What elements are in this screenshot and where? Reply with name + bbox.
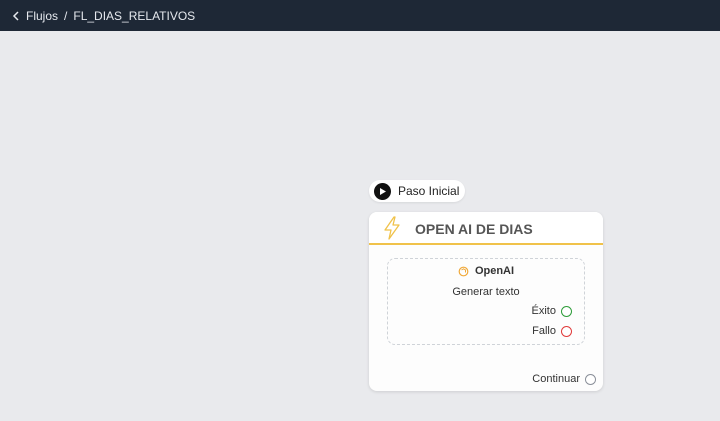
success-port[interactable] [561, 305, 572, 317]
success-output: Éxito [532, 305, 572, 317]
action-card[interactable]: OpenAI Generar texto Éxito Fallo [387, 258, 585, 345]
action-label: Generar texto [452, 286, 520, 298]
openai-icon [458, 266, 469, 277]
failure-label: Fallo [532, 325, 556, 337]
provider-row: OpenAI [388, 265, 584, 277]
play-icon [374, 182, 391, 200]
continue-output: Continuar [532, 373, 596, 385]
chevron-left-icon[interactable] [12, 10, 22, 21]
failure-port[interactable] [561, 325, 572, 337]
lightning-bolt-icon [382, 216, 402, 240]
node-header: OPEN AI DE DIAS [369, 212, 603, 245]
failure-output: Fallo [532, 325, 572, 337]
breadcrumb-flujos-link[interactable]: Flujos [26, 9, 58, 23]
node-title: OPEN AI DE DIAS [415, 221, 533, 237]
top-bar: Flujos / FL_DIAS_RELATIVOS [0, 0, 720, 31]
openai-flow-node[interactable]: OPEN AI DE DIAS OpenAI Generar texto Éxi… [369, 212, 603, 391]
start-step-label: Paso Inicial [398, 184, 460, 198]
start-step-node[interactable]: Paso Inicial [369, 180, 465, 202]
breadcrumb: Flujos / FL_DIAS_RELATIVOS [12, 9, 195, 23]
provider-name: OpenAI [474, 265, 515, 277]
success-label: Éxito [531, 305, 556, 317]
continue-port[interactable] [585, 373, 596, 385]
breadcrumb-current: FL_DIAS_RELATIVOS [73, 8, 196, 23]
continue-label: Continuar [532, 373, 580, 385]
breadcrumb-separator: / [64, 8, 68, 23]
